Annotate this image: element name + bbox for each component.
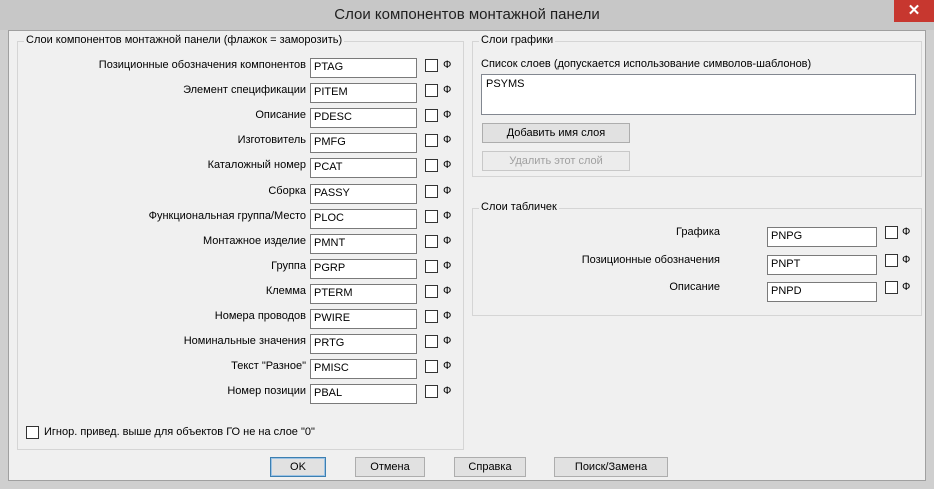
freeze-label: Ф: [902, 253, 911, 266]
search-replace-button[interactable]: Поиск/Замена: [554, 457, 668, 477]
freeze-label: Ф: [443, 84, 452, 97]
freeze-label: Ф: [443, 335, 452, 348]
layer-name-input[interactable]: PBAL: [310, 384, 417, 405]
freeze-label: Ф: [443, 310, 452, 322]
freeze-label: Ф: [443, 159, 452, 172]
row-label: Графика: [676, 226, 720, 238]
panel-component-layers-group: Слои компонентов монтажной панели (флажо…: [17, 34, 464, 450]
layer-name-input[interactable]: PDESC: [310, 108, 417, 129]
group-legend: Слои компонентов монтажной панели (флажо…: [24, 34, 345, 46]
row-label: Монтажное изделие: [202, 234, 306, 247]
row-label: Функциональная группа/Место: [148, 209, 306, 222]
window-title: Слои компонентов монтажной панели: [334, 6, 600, 23]
freeze-label: Ф: [443, 109, 452, 122]
freeze-label: Ф: [443, 234, 452, 247]
list-item[interactable]: PSYMS: [486, 78, 911, 90]
layer-name-input[interactable]: PMFG: [310, 133, 417, 154]
layer-name-input[interactable]: PMNT: [310, 233, 417, 254]
row-label: Позиционные обозначения: [581, 253, 720, 266]
nameplate-layers-group: Слои табличек Графика PNPG Ф Позиционные об…: [472, 201, 922, 316]
group-legend: Слои графики: [479, 34, 556, 46]
row-label: Позиционные обозначения компонентов: [98, 59, 306, 71]
add-layer-button[interactable]: Добавить имя слоя: [482, 123, 630, 143]
layer-name-input[interactable]: PNPD: [767, 282, 877, 302]
freeze-checkbox[interactable]: [885, 226, 898, 239]
freeze-label: Ф: [902, 281, 911, 293]
freeze-label: Ф: [443, 134, 452, 147]
freeze-label: Ф: [443, 259, 452, 272]
row-label: Номинальные значения: [183, 335, 306, 348]
row-label: Группа: [271, 259, 306, 272]
group-legend: Слои табличек: [479, 201, 559, 213]
freeze-label: Ф: [443, 59, 452, 71]
row-label: Элемент спецификации: [183, 84, 306, 97]
layer-name-input[interactable]: PITEM: [310, 83, 417, 104]
help-button[interactable]: Справка: [454, 457, 526, 477]
row-label: Текст "Разное": [231, 360, 306, 373]
freeze-checkbox[interactable]: [425, 184, 438, 198]
freeze-checkbox[interactable]: [425, 159, 438, 173]
layer-name-input[interactable]: PCAT: [310, 158, 417, 179]
layer-name-input[interactable]: PMISC: [310, 359, 417, 380]
layer-name-input[interactable]: PASSY: [310, 183, 417, 204]
freeze-checkbox[interactable]: [425, 59, 438, 72]
delete-layer-button[interactable]: Удалить этот слой: [482, 151, 630, 171]
ignore-checkbox-label: Игнор. привед. выше для объектов ГО не н…: [44, 426, 315, 438]
row-label: Клемма: [265, 284, 306, 297]
row-label: Номера проводов: [214, 310, 306, 322]
dialog-body: Слои компонентов монтажной панели (флажо…: [8, 30, 926, 481]
freeze-label: Ф: [443, 385, 452, 398]
row-label: Сборка: [268, 184, 306, 197]
layer-name-input[interactable]: PNPT: [767, 254, 877, 275]
freeze-label: Ф: [443, 284, 452, 297]
layer-name-input[interactable]: PGRP: [310, 258, 417, 279]
freeze-checkbox[interactable]: [425, 284, 438, 298]
close-button[interactable]: ✕: [894, 0, 934, 22]
freeze-checkbox[interactable]: [425, 109, 438, 123]
ok-button[interactable]: OK: [270, 457, 326, 477]
graphics-layers-group: Слои графики Список слоев (допускается и…: [472, 34, 922, 177]
layer-listbox[interactable]: PSYMS: [481, 74, 916, 115]
layer-name-input[interactable]: PLOC: [310, 208, 417, 229]
layer-list-label: Список слоев (допускается использование …: [481, 58, 812, 70]
freeze-checkbox[interactable]: [425, 134, 438, 148]
row-label: Описание: [669, 281, 720, 293]
freeze-checkbox[interactable]: [425, 335, 438, 349]
freeze-checkbox[interactable]: [425, 310, 438, 323]
layer-name-input[interactable]: PWIRE: [310, 309, 417, 329]
freeze-checkbox[interactable]: [425, 259, 438, 273]
row-label: Описание: [255, 109, 306, 122]
freeze-label: Ф: [443, 209, 452, 222]
ignore-checkbox[interactable]: [26, 426, 39, 439]
freeze-checkbox[interactable]: [425, 234, 438, 248]
freeze-checkbox[interactable]: [425, 385, 438, 399]
freeze-checkbox[interactable]: [885, 253, 898, 267]
freeze-checkbox[interactable]: [425, 209, 438, 223]
layer-name-input[interactable]: PRTG: [310, 334, 417, 355]
freeze-label: Ф: [443, 360, 452, 373]
row-label: Номер позиции: [227, 385, 306, 398]
freeze-label: Ф: [902, 226, 911, 238]
layer-name-input[interactable]: PNPG: [767, 227, 877, 247]
title-bar: Слои компонентов монтажной панели ✕: [0, 0, 934, 30]
freeze-label: Ф: [443, 184, 452, 197]
cancel-button[interactable]: Отмена: [355, 457, 425, 477]
layer-name-input[interactable]: PTERM: [310, 283, 417, 304]
freeze-checkbox[interactable]: [425, 360, 438, 374]
freeze-checkbox[interactable]: [885, 281, 898, 294]
freeze-checkbox[interactable]: [425, 84, 438, 98]
row-label: Каталожный номер: [207, 159, 306, 172]
row-label: Изготовитель: [237, 134, 306, 147]
layer-name-input[interactable]: PTAG: [310, 58, 417, 78]
